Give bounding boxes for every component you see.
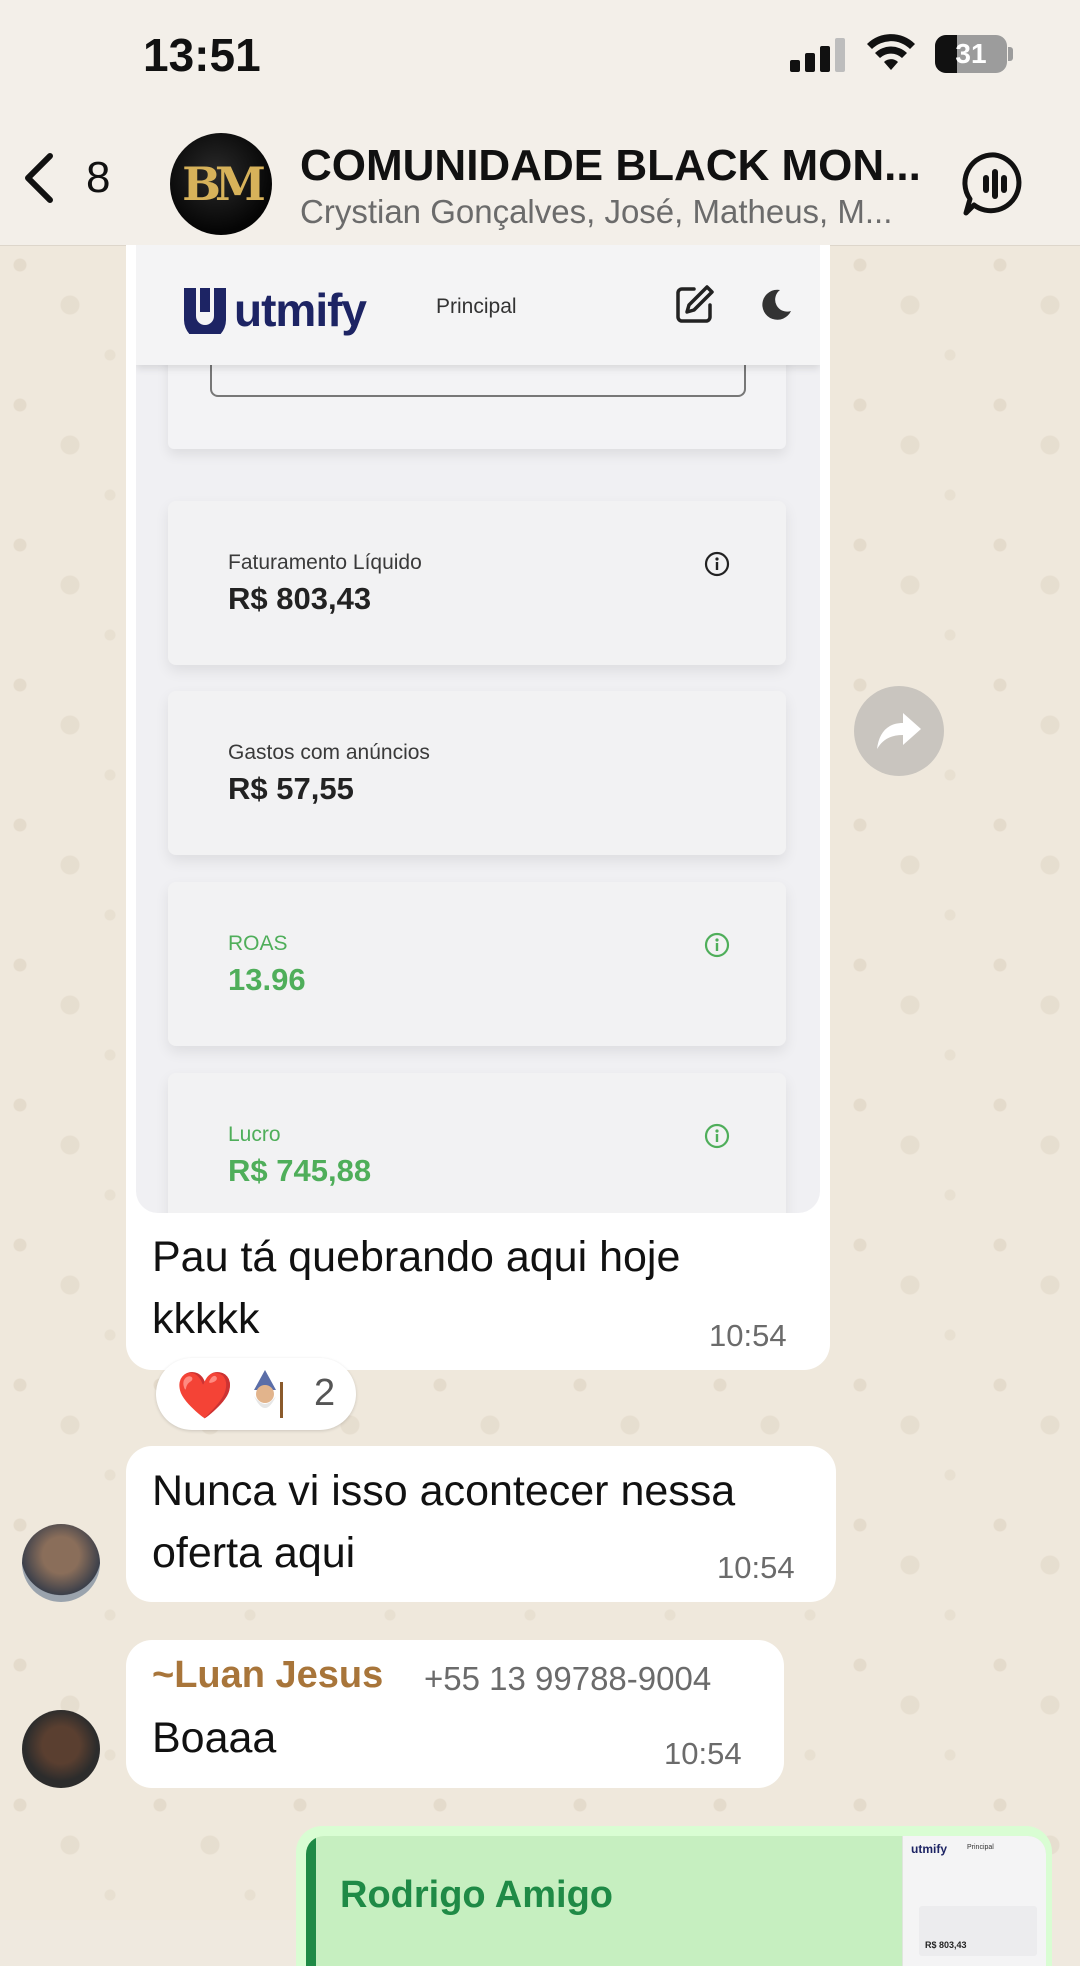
voice-chat-icon[interactable] xyxy=(962,151,1028,217)
info-icon xyxy=(704,932,730,958)
quoted-image-thumbnail: utmify Principal R$ 803,43 xyxy=(902,1836,1046,1966)
screenshot-nav-label: Principal xyxy=(436,295,517,318)
chevron-left-icon xyxy=(25,153,53,203)
card-value: R$ 803,43 xyxy=(228,581,372,616)
thumb-value: R$ 803,43 xyxy=(925,1940,967,1950)
status-bar: 13:51 31 xyxy=(0,0,1080,105)
battery-tip xyxy=(1008,47,1013,61)
screenshot-app-header: utmify Principal xyxy=(136,245,820,365)
wizard-emoji-icon xyxy=(254,1370,283,1418)
group-title[interactable]: COMUNIDADE BLACK MON... xyxy=(300,141,940,191)
card-value: R$ 57,55 xyxy=(228,771,354,806)
card-value: 13.96 xyxy=(228,962,306,997)
sender-name[interactable]: ~Luan Jesus xyxy=(152,1654,383,1697)
forward-button[interactable] xyxy=(854,686,944,776)
info-icon xyxy=(704,1123,730,1149)
cellular-signal-icon xyxy=(790,38,846,72)
info-icon xyxy=(704,551,730,577)
clock: 13:51 xyxy=(143,29,261,81)
screenshot-card: Lucro R$ 745,88 xyxy=(168,1073,786,1213)
thumb-nav: Principal xyxy=(967,1844,994,1851)
message-reactions[interactable]: ❤️ 2 xyxy=(156,1358,356,1430)
thumb-logo: utmify xyxy=(911,1842,947,1856)
card-value: R$ 745,88 xyxy=(228,1153,372,1188)
screenshot-card: Faturamento Líquido R$ 803,43 xyxy=(168,501,786,665)
forward-icon xyxy=(877,713,921,749)
avatar-initials: BM xyxy=(182,157,266,211)
reaction-count: 2 xyxy=(314,1372,336,1414)
screenshot-card: Gastos com anúncios R$ 57,55 xyxy=(168,691,786,855)
heart-reaction: ❤️ xyxy=(176,1369,234,1421)
back-button[interactable]: 8 xyxy=(20,150,110,206)
moon-icon xyxy=(762,289,791,320)
utmify-logo-text: utmify xyxy=(234,284,367,336)
utmify-logo-icon xyxy=(184,288,226,334)
card-label: Lucro xyxy=(228,1123,281,1146)
utmify-logo: utmify xyxy=(182,283,367,337)
screenshot-input-partial xyxy=(210,365,746,397)
chat-header: 8 BM COMUNIDADE BLACK MON... Crystian Go… xyxy=(0,105,1080,246)
quoted-sender-name: Rodrigo Amigo xyxy=(340,1874,613,1916)
sender-phone: +55 13 99788-9004 xyxy=(424,1660,712,1697)
message-time: 10:54 xyxy=(717,1550,795,1585)
card-label: Gastos com anúncios xyxy=(228,741,430,764)
shared-screenshot[interactable]: utmify Principal Faturamento Líquido R$ … xyxy=(136,245,820,1213)
group-avatar[interactable]: BM xyxy=(170,133,272,235)
card-label: Faturamento Líquido xyxy=(228,551,422,574)
avatar[interactable] xyxy=(22,1524,100,1602)
edit-icon xyxy=(676,285,714,323)
message-text: Nunca vi isso acontecer nessa oferta aqu… xyxy=(152,1467,736,1577)
message-time: 10:54 xyxy=(664,1736,742,1771)
unread-count: 8 xyxy=(86,153,111,202)
battery-level: 31 xyxy=(955,38,987,69)
message-caption: Pau tá quebrando aqui hoje kkkkk xyxy=(152,1233,681,1343)
battery-icon: 31 xyxy=(935,35,1007,73)
message-text: Boaaa xyxy=(152,1714,277,1762)
avatar[interactable] xyxy=(22,1710,100,1788)
screenshot-card: ROAS 13.96 xyxy=(168,882,786,1046)
wifi-icon xyxy=(867,34,915,70)
message-time: 10:54 xyxy=(709,1318,787,1353)
group-members[interactable]: Crystian Gonçalves, José, Matheus, M... xyxy=(300,193,940,231)
card-label: ROAS xyxy=(228,932,288,955)
quote-accent-bar xyxy=(306,1836,316,1966)
quoted-message[interactable]: Rodrigo Amigo utmify Principal R$ 803,43 xyxy=(306,1836,1046,1966)
